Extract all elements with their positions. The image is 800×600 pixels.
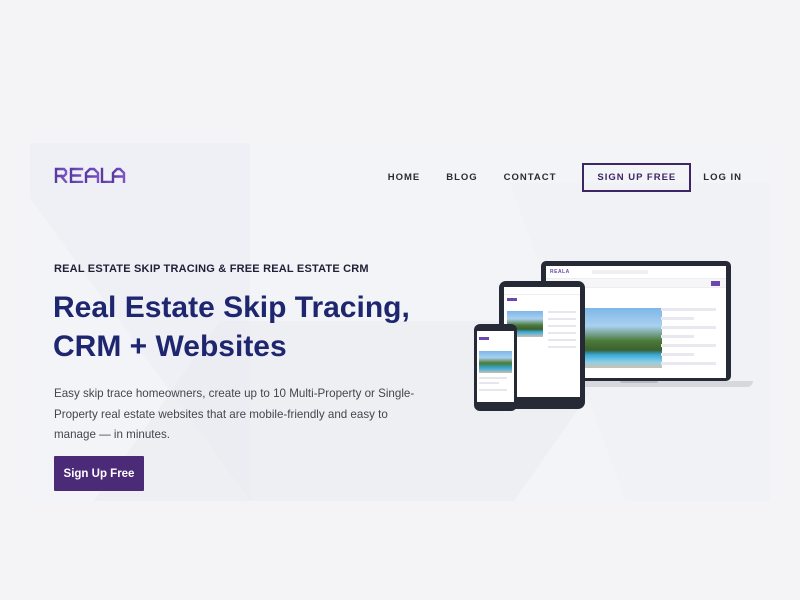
detail-row	[661, 317, 694, 320]
detail-row	[661, 308, 716, 311]
nav-home[interactable]: HOME	[388, 172, 421, 183]
main-nav: HOME BLOG CONTACT SIGN UP FREE LOG IN	[362, 163, 742, 192]
property-photo	[479, 351, 512, 373]
detail-row	[661, 344, 716, 347]
laptop-action-button	[711, 281, 720, 286]
detail-row	[479, 389, 507, 391]
hero-headline: Real Estate Skip Tracing, CRM + Websites	[53, 288, 453, 366]
detail-row	[548, 325, 576, 327]
nav-signup-button[interactable]: SIGN UP FREE	[582, 163, 692, 192]
hero-eyebrow: REAL ESTATE SKIP TRACING & FREE REAL EST…	[54, 263, 369, 275]
reala-logo-mark	[54, 167, 126, 183]
laptop-logo: REALA	[550, 269, 570, 275]
hero-section: HOME BLOG CONTACT SIGN UP FREE LOG IN RE…	[30, 143, 770, 501]
detail-row	[661, 353, 694, 356]
tablet-topbar	[504, 287, 580, 295]
laptop-topbar: REALA	[546, 266, 726, 279]
phone-action-button	[479, 337, 489, 340]
detail-row	[548, 311, 576, 313]
phone-mockup	[474, 324, 517, 411]
laptop-search-bar	[591, 270, 648, 274]
signup-free-button[interactable]: Sign Up Free	[54, 456, 144, 491]
detail-row	[661, 326, 716, 329]
detail-row	[661, 362, 716, 365]
nav-blog[interactable]: BLOG	[446, 172, 477, 183]
reala-logo[interactable]	[54, 167, 126, 183]
tablet-action-button	[507, 298, 517, 301]
detail-row	[548, 339, 576, 341]
hero-description: Easy skip trace homeowners, create up to…	[54, 387, 415, 441]
property-details	[548, 311, 576, 353]
nav-login[interactable]: LOG IN	[703, 172, 742, 183]
property-details	[661, 308, 716, 371]
detail-row	[548, 332, 576, 334]
nav-contact[interactable]: CONTACT	[504, 172, 557, 183]
detail-row	[479, 377, 507, 379]
detail-row	[661, 335, 694, 338]
detail-row	[548, 318, 576, 320]
detail-row	[548, 346, 576, 348]
phone-screen	[477, 331, 514, 402]
headline-line-2: CRM + Websites	[53, 330, 287, 363]
property-photo	[582, 308, 662, 368]
detail-row	[479, 382, 499, 384]
headline-line-1: Real Estate Skip Tracing,	[53, 291, 410, 324]
